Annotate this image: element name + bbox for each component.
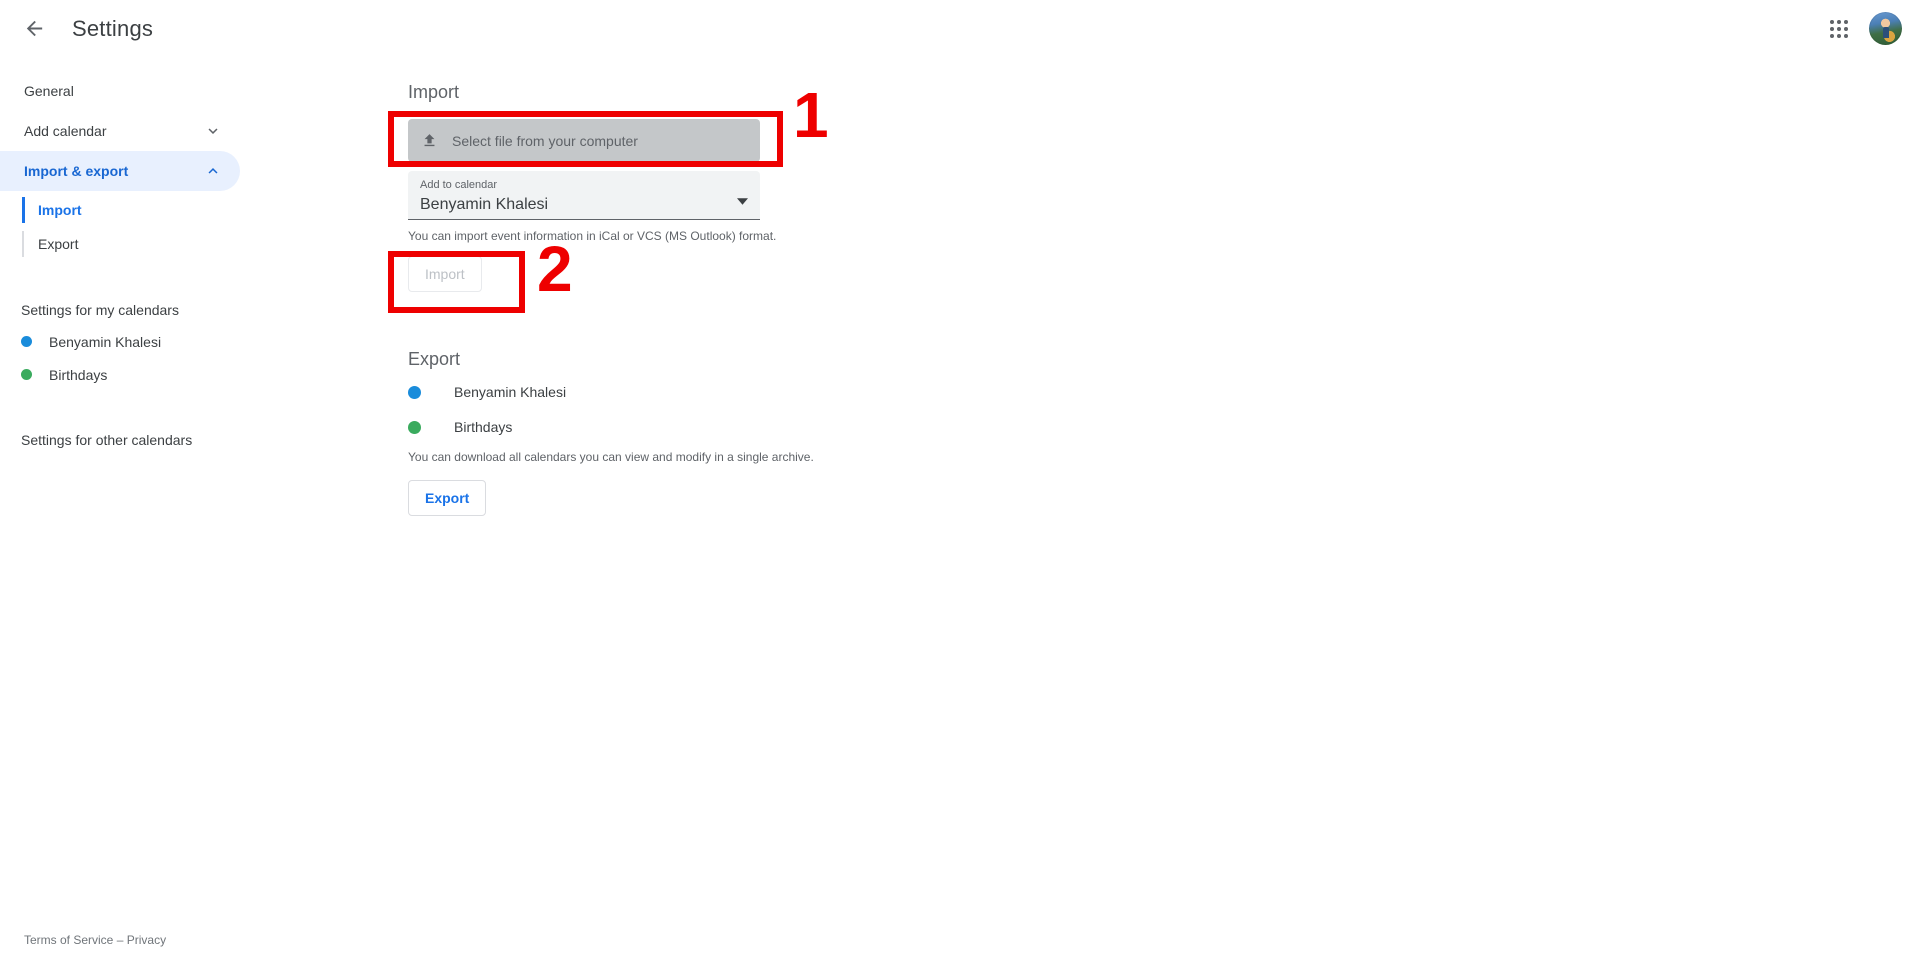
sidebar: General Add calendar Import & export Imp… (0, 57, 240, 954)
sidebar-item-general[interactable]: General (0, 71, 240, 111)
avatar[interactable] (1869, 12, 1902, 45)
calendar-color-dot (21, 369, 32, 380)
import-submit-button[interactable]: Import (408, 256, 482, 292)
sidebar-calendar-birthdays[interactable]: Birthdays (0, 358, 240, 391)
footer: Terms of Service – Privacy (24, 933, 166, 947)
chevron-down-icon (204, 122, 222, 140)
sidebar-item-add-calendar[interactable]: Add calendar (0, 111, 240, 151)
add-to-calendar-label: Add to calendar (420, 179, 498, 191)
sidebar-item-label: Add calendar (24, 123, 107, 139)
terms-of-service-link[interactable]: Terms of Service (24, 933, 113, 947)
add-to-calendar-select[interactable]: Add to calendar Benyamin Khalesi (408, 171, 760, 220)
import-heading: Import (408, 82, 460, 102)
back-button[interactable] (12, 7, 56, 51)
back-arrow-icon (26, 20, 42, 37)
calendar-name: Birthdays (454, 419, 513, 435)
sidebar-item-label: General (24, 83, 74, 99)
header-actions (1819, 9, 1902, 49)
sidebar-item-import[interactable]: Import (0, 193, 240, 227)
export-section: Export Benyamin Khalesi Birthdays You ca… (408, 349, 1408, 516)
export-button[interactable]: Export (408, 480, 487, 516)
sidebar-item-label: Import & export (24, 163, 129, 179)
apps-grid-icon[interactable] (1819, 9, 1859, 49)
export-helper-text: You can download all calendars you can v… (408, 450, 814, 464)
my-calendars-heading: Settings for my calendars (21, 302, 179, 318)
calendar-color-dot (408, 385, 421, 399)
calendar-name: Birthdays (49, 366, 108, 383)
sidebar-subnav: Import Export (0, 193, 240, 261)
chevron-up-icon (204, 162, 222, 180)
sidebar-item-import-export[interactable]: Import & export (0, 151, 240, 191)
calendar-name: Benyamin Khalesi (49, 333, 162, 350)
export-calendar-row: Birthdays (408, 414, 1408, 440)
upload-icon (424, 134, 435, 147)
main-content: Import Select file from your computer Ad… (408, 57, 1408, 516)
privacy-link[interactable]: Privacy (127, 933, 166, 947)
sidebar-subitem-label: Export (38, 236, 79, 252)
footer-separator: – (116, 933, 124, 947)
export-calendar-row: Benyamin Khalesi (408, 379, 1408, 405)
calendar-name: Benyamin Khalesi (454, 384, 567, 400)
import-helper-text: You can import event information in iCal… (408, 229, 777, 243)
calendar-color-dot (408, 420, 421, 434)
sidebar-subitem-label: Import (38, 202, 82, 218)
sidebar-calendar-benyamin-khalesi[interactable]: Benyamin Khalesi (0, 325, 240, 358)
select-file-button[interactable]: Select file from your computer (408, 119, 760, 162)
sidebar-item-export[interactable]: Export (0, 227, 240, 261)
select-file-label: Select file from your computer (452, 132, 638, 149)
page-title: Settings (72, 15, 154, 41)
app-header: Settings (0, 0, 1920, 57)
export-heading: Export (408, 349, 461, 369)
add-to-calendar-value: Benyamin Khalesi (420, 196, 549, 213)
other-calendars-heading: Settings for other calendars (21, 432, 193, 448)
dropdown-arrow-icon (737, 192, 748, 210)
calendar-color-dot (21, 336, 32, 347)
